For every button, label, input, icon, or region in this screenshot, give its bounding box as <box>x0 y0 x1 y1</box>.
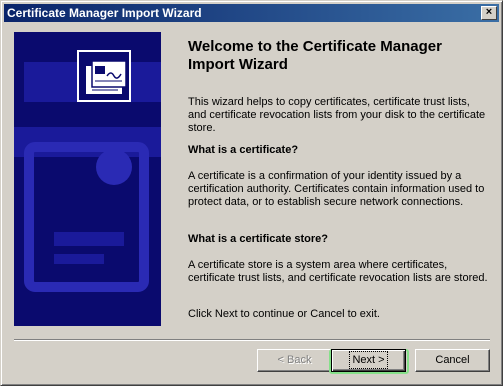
window-title: Certificate Manager Import Wizard <box>7 6 202 20</box>
title-bar[interactable]: Certificate Manager Import Wizard × <box>4 4 499 22</box>
back-button-label: < Back <box>277 354 312 366</box>
next-button[interactable]: Next > <box>331 349 406 372</box>
banner-artwork <box>14 32 161 326</box>
cancel-button-label: Cancel <box>435 354 470 366</box>
q1-answer: A certificate is a confirmation of your … <box>188 170 485 208</box>
separator <box>14 339 490 341</box>
certificate-icon <box>77 50 131 102</box>
close-button[interactable]: × <box>481 6 497 20</box>
wizard-banner <box>14 32 161 326</box>
q2-answer: A certificate store is a system area whe… <box>188 259 488 284</box>
cancel-button[interactable]: Cancel <box>415 349 490 372</box>
q1-heading: What is a certificate? <box>188 144 299 156</box>
back-button[interactable]: < Back <box>257 349 332 372</box>
footer-text: Click Next to continue or Cancel to exit… <box>188 308 380 320</box>
q2-heading: What is a certificate store? <box>188 233 328 245</box>
intro-text: This wizard helps to copy certificates, … <box>188 96 486 134</box>
page-title: Welcome to the Certificate Manager Impor… <box>188 38 442 73</box>
wizard-window: Certificate Manager Import Wizard × Welc… <box>0 0 503 386</box>
next-button-label: Next > <box>349 351 388 369</box>
